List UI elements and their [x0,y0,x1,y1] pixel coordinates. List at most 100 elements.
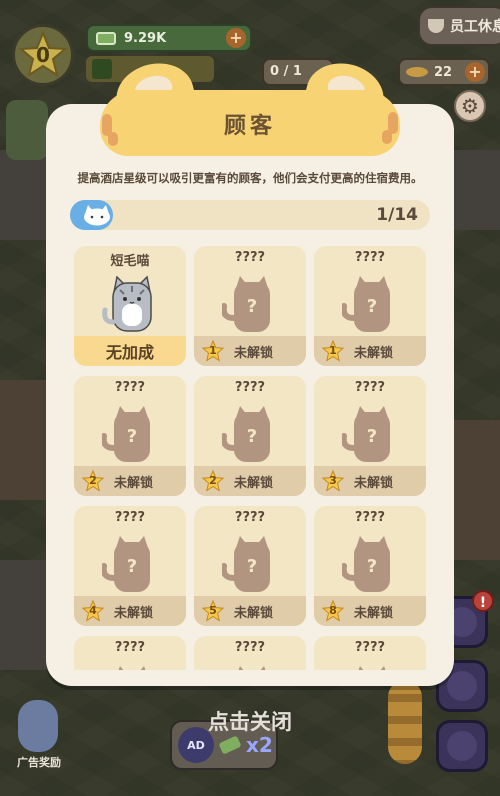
bonus-text: 无加成 [105,343,154,362]
customer-name: ???? [114,510,146,525]
customer-name: ???? [234,510,266,525]
multiplier-value: x2 [246,733,273,757]
customer-card-unlocked[interactable]: 短毛喵 无加成 [74,246,186,366]
cash-icon [218,735,242,755]
customer-card-locked[interactable]: ????? 1 未解锁 [314,246,426,366]
required-star-badge: 5 [201,599,225,622]
modal-title: 顾客 [223,114,276,139]
customer-card-locked[interactable]: ????? 8 未解锁 [314,506,426,626]
add-money-button[interactable]: + [226,28,246,48]
fish-value: 22 [434,64,453,80]
card-footer: 1 未解锁 [194,336,306,366]
customer-card-locked[interactable]: ????? 2 未解锁 [74,376,186,496]
customer-name: ???? [354,380,386,395]
fish-bar[interactable]: 22 + [398,58,490,86]
customer-name: ???? [234,640,266,655]
cat-face-icon [84,205,110,226]
required-star-badge: 4 [81,599,105,622]
locked-cat-silhouette-icon: ? [102,406,150,462]
required-star-level: 3 [329,474,337,487]
svg-text:?: ? [127,426,137,447]
svg-text:?: ? [247,426,257,447]
customer-name: ???? [234,250,266,265]
close-hint[interactable]: 点击关闭 [0,706,500,736]
customer-card-locked[interactable]: ????? 4 未解锁 [74,506,186,626]
required-star-badge: 3 [321,469,345,492]
customer-name: ???? [354,510,386,525]
locked-cat-silhouette-icon: ? [342,536,390,592]
staff-break-label: 员工休息 [450,19,500,35]
customer-card-locked[interactable]: ????? 3 未解锁 [314,376,426,496]
locked-cat-silhouette-icon: ? [222,536,270,592]
svg-text:?: ? [367,426,377,447]
card-footer: 8 未解锁 [314,596,426,626]
customer-name: ???? [354,250,386,265]
svg-text:?: ? [367,296,377,317]
lock-status: 未解锁 [354,475,394,491]
add-fish-button[interactable]: + [465,62,485,82]
progress-text: 1/14 [376,205,418,225]
svg-text:?: ? [367,556,377,577]
customer-card-locked[interactable]: ????? 2 未解锁 [194,376,306,496]
required-star-badge: 2 [201,469,225,492]
locked-cat-silhouette-icon: ? [358,666,386,670]
customer-card-locked[interactable]: ????? 5 未解锁 [194,506,306,626]
side-notice[interactable] [6,100,48,160]
customer-name: ???? [114,380,146,395]
staff-break-button[interactable]: 员工休息 [418,6,500,46]
lock-status: 未解锁 [114,475,154,491]
card-footer: 无加成 [74,336,186,366]
star-level-value: 0 [36,43,50,67]
required-star-level: 5 [209,604,217,617]
locked-cat-silhouette-icon: ? [118,666,146,670]
gear-icon[interactable]: ⚙ [454,90,486,122]
cash-icon [96,31,116,45]
collection-progress-bar: 1/14 [70,200,430,230]
required-star-level: 4 [89,604,97,617]
bowl-icon [428,19,444,33]
ad-reward-label: 广告奖励 [17,756,61,769]
svg-text:?: ? [127,556,137,577]
money-bar[interactable]: 9.29K + [86,24,252,52]
lock-status: 未解锁 [234,345,274,361]
required-star-level: 2 [89,474,97,487]
locked-cat-silhouette-icon: ? [102,536,150,592]
customer-name: 短毛喵 [110,254,150,269]
locked-cat-silhouette-icon: ? [222,406,270,462]
customer-card-locked[interactable]: ????? [74,636,186,670]
locked-cat-silhouette-icon: ? [222,276,270,332]
locked-cat-silhouette-icon: ? [342,276,390,332]
fish-icon [406,67,428,77]
lock-status: 未解锁 [354,345,394,361]
customer-name: ???? [234,380,266,395]
customer-card-locked[interactable]: ????? 1 未解锁 [194,246,306,366]
card-footer: 2 未解锁 [74,466,186,496]
shorthair-cat-icon [102,275,152,332]
locked-cat-silhouette-icon: ? [342,406,390,462]
alert-badge: ! [472,590,494,612]
customer-card-grid: 短毛喵 无加成????? 1 未解锁????? 1 未解锁????? 2 未解锁????? 2 未… [74,246,426,670]
lock-status: 未解锁 [234,605,274,621]
customer-name: ???? [354,640,386,655]
required-star-level: 2 [209,474,217,487]
required-star-badge: 2 [81,469,105,492]
customer-name: ???? [114,640,146,655]
required-star-badge: 1 [201,339,225,362]
lock-status: 未解锁 [114,605,154,621]
card-footer: 3 未解锁 [314,466,426,496]
required-star-level: 1 [209,344,217,357]
locked-cat-silhouette-icon: ? [238,666,266,670]
card-footer: 5 未解锁 [194,596,306,626]
svg-text:?: ? [247,296,257,317]
customer-card-locked[interactable]: ????? [194,636,306,670]
star-level-badge[interactable]: 0 [12,24,74,86]
svg-text:?: ? [247,556,257,577]
required-star-badge: 8 [321,599,345,622]
card-footer: 2 未解锁 [194,466,306,496]
customer-card-locked[interactable]: ????? [314,636,426,670]
card-footer: 4 未解锁 [74,596,186,626]
lock-status: 未解锁 [354,605,394,621]
card-footer: 1 未解锁 [314,336,426,366]
required-star-level: 1 [329,344,337,357]
lock-status: 未解锁 [234,475,274,491]
